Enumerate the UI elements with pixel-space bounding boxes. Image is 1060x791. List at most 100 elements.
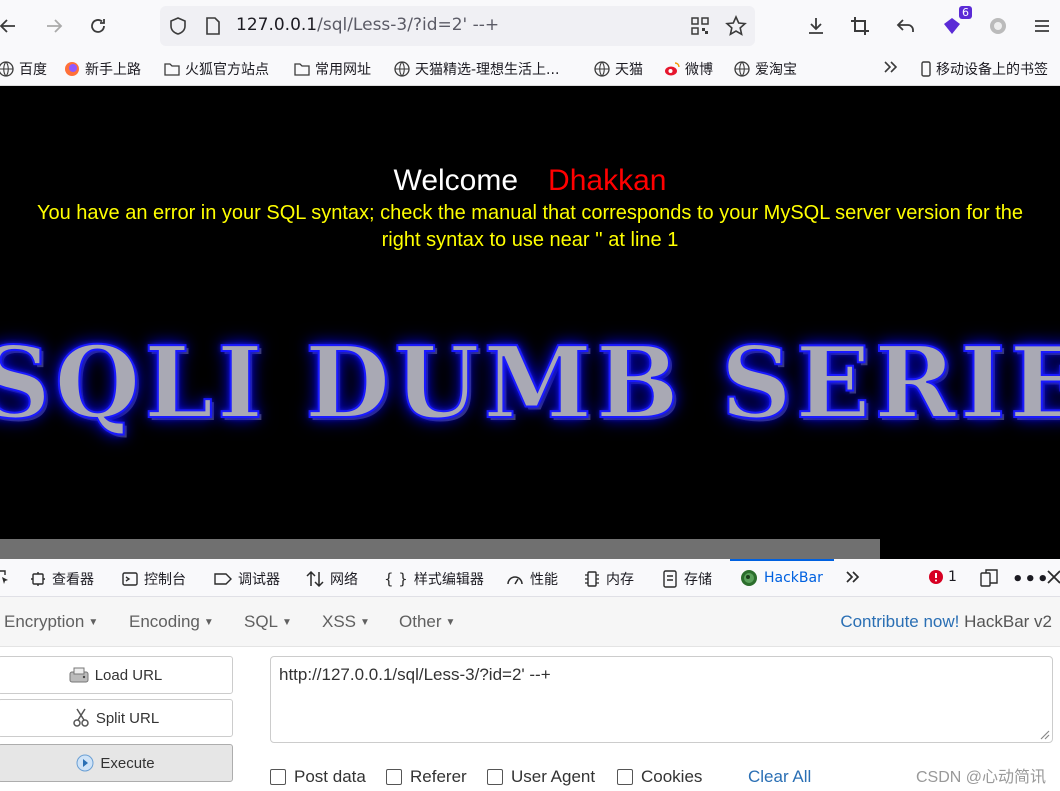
caret-down-icon: ▼ <box>203 617 214 629</box>
tab-hackbar[interactable]: HackBar <box>740 569 823 587</box>
sql-error-message: You have an error in your SQL syntax; ch… <box>36 202 1024 251</box>
responsive-design-icon[interactable] <box>980 569 998 587</box>
console-icon <box>122 572 138 586</box>
weibo-icon <box>665 62 680 76</box>
page-info-icon[interactable] <box>204 16 222 40</box>
globe-icon <box>734 61 750 77</box>
forward-icon[interactable] <box>40 12 68 40</box>
error-icon <box>929 570 943 584</box>
close-devtools-icon[interactable] <box>1046 569 1060 585</box>
bookmark-firefox-site[interactable]: 火狐官方站点 <box>164 59 269 79</box>
bookmark-aitaobao[interactable]: 爱淘宝 <box>734 59 797 79</box>
user-agent-option[interactable]: User Agent <box>487 767 595 787</box>
caret-down-icon: ▼ <box>88 617 99 629</box>
extension-icon[interactable]: 6 <box>938 6 972 40</box>
active-tab-indicator <box>730 559 834 561</box>
resize-grip-icon[interactable] <box>1038 728 1050 740</box>
tab-performance[interactable]: 性能 <box>506 569 558 589</box>
username: Dhakkan <box>548 164 667 197</box>
more-tabs-icon[interactable] <box>844 569 862 585</box>
play-icon <box>76 754 94 772</box>
folder-icon <box>294 63 310 76</box>
globe-icon <box>394 61 410 77</box>
split-url-button[interactable]: Split URL <box>0 699 233 737</box>
page-horizontal-scrollbar[interactable] <box>0 539 1060 559</box>
chevron-double-right-icon[interactable] <box>882 59 900 75</box>
cookies-checkbox[interactable] <box>617 769 633 785</box>
menu-icon[interactable] <box>1028 12 1056 40</box>
address-bar[interactable]: 127.0.0.1/sql/Less-3/?id=2' --+ <box>160 6 755 46</box>
extension-badge: 6 <box>959 6 972 19</box>
back-icon[interactable] <box>0 12 22 40</box>
memory-icon <box>585 571 599 587</box>
clear-all-link[interactable]: Clear All <box>748 767 811 787</box>
caret-down-icon: ▼ <box>360 617 370 629</box>
folder-icon <box>164 63 180 76</box>
sqli-dumb-series-logo: SQLI DUMB SERIES <box>0 325 1060 442</box>
caret-down-icon: ▼ <box>282 617 292 629</box>
profile-icon[interactable] <box>984 12 1012 40</box>
tab-style-editor[interactable]: { } 样式编辑器 <box>384 569 484 589</box>
load-url-icon <box>69 667 89 683</box>
tab-network[interactable]: 网络 <box>306 569 358 589</box>
bookmark-mobile[interactable]: 移动设备上的书签 <box>918 59 1048 79</box>
hackbar-icon <box>741 570 757 586</box>
globe-icon <box>0 61 14 77</box>
tab-inspector[interactable]: 查看器 <box>30 569 94 589</box>
execute-button[interactable]: Execute <box>0 744 233 782</box>
reload-icon[interactable] <box>84 12 112 40</box>
load-url-button[interactable]: Load URL <box>0 656 233 694</box>
url-text[interactable]: 127.0.0.1/sql/Less-3/?id=2' --+ <box>236 15 499 35</box>
tab-storage[interactable]: 存储 <box>662 569 712 589</box>
menu-encoding[interactable]: Encoding ▼ <box>129 612 214 632</box>
watermark: CSDN @心动简讯 <box>915 769 1046 786</box>
hackbar-panel: Load URL Split URL Execute http://127.0.… <box>0 647 1060 791</box>
tab-debugger[interactable]: 调试器 <box>214 569 280 589</box>
tab-memory[interactable]: 内存 <box>584 569 634 589</box>
storage-icon <box>663 570 677 588</box>
browser-toolbar: 127.0.0.1/sql/Less-3/?id=2' --+ 6 <box>0 0 1060 52</box>
referer-option[interactable]: Referer <box>386 767 467 787</box>
menu-other[interactable]: Other ▼ <box>399 612 455 632</box>
bookmark-tmall-select[interactable]: 天猫精选-理想生活上... <box>394 59 559 79</box>
error-count-badge[interactable]: 1 <box>928 569 957 585</box>
post-data-checkbox[interactable] <box>270 769 286 785</box>
screenshot-crop-icon[interactable] <box>846 12 874 40</box>
caret-down-icon: ▼ <box>445 617 456 629</box>
bookmark-weibo[interactable]: 微博 <box>664 59 713 79</box>
menu-encryption[interactable]: Encryption ▼ <box>4 612 98 632</box>
network-icon <box>306 570 324 588</box>
element-picker-icon[interactable] <box>0 569 10 585</box>
more-options-icon[interactable]: ••• <box>1012 569 1050 590</box>
referer-checkbox[interactable] <box>386 769 402 785</box>
globe-icon <box>594 61 610 77</box>
url-textarea[interactable]: http://127.0.0.1/sql/Less-3/?id=2' --+ <box>270 656 1053 743</box>
qr-code-icon[interactable] <box>690 16 710 40</box>
mobile-icon <box>921 61 931 77</box>
menu-sql[interactable]: SQL ▼ <box>244 612 292 632</box>
inspector-icon <box>31 572 45 586</box>
post-data-option[interactable]: Post data <box>270 767 366 787</box>
hackbar-version: HackBar v2 <box>964 612 1052 631</box>
downloads-icon[interactable] <box>802 12 830 40</box>
cookies-option[interactable]: Cookies <box>617 767 702 787</box>
welcome-heading: Welcome Dhakkan <box>393 164 667 197</box>
page-viewport: Welcome Dhakkan You have an error in your… <box>0 86 1060 539</box>
performance-icon <box>507 576 523 585</box>
bookmark-getting-started[interactable]: 新手上路 <box>64 59 141 79</box>
tab-console[interactable]: 控制台 <box>122 569 186 589</box>
undo-icon[interactable] <box>892 12 920 40</box>
contribute-banner: Contribute now! HackBar v2 <box>840 612 1052 632</box>
scissors-icon <box>73 708 89 727</box>
firefox-icon <box>65 62 79 76</box>
bookmark-star-icon[interactable] <box>725 15 747 41</box>
menu-xss[interactable]: XSS ▼ <box>322 612 370 632</box>
bookmark-common-urls[interactable]: 常用网址 <box>294 59 371 79</box>
bookmarks-bar: 百度 新手上路 火狐官方站点 常用网址 天猫精选-理想生活上... 天猫 微博 … <box>0 52 1060 86</box>
scrollbar-thumb[interactable] <box>0 539 880 559</box>
user-agent-checkbox[interactable] <box>487 769 503 785</box>
bookmark-tmall[interactable]: 天猫 <box>594 59 643 79</box>
contribute-link[interactable]: Contribute now! <box>840 612 959 631</box>
bookmark-baidu[interactable]: 百度 <box>0 59 47 79</box>
shield-icon[interactable] <box>168 16 188 40</box>
